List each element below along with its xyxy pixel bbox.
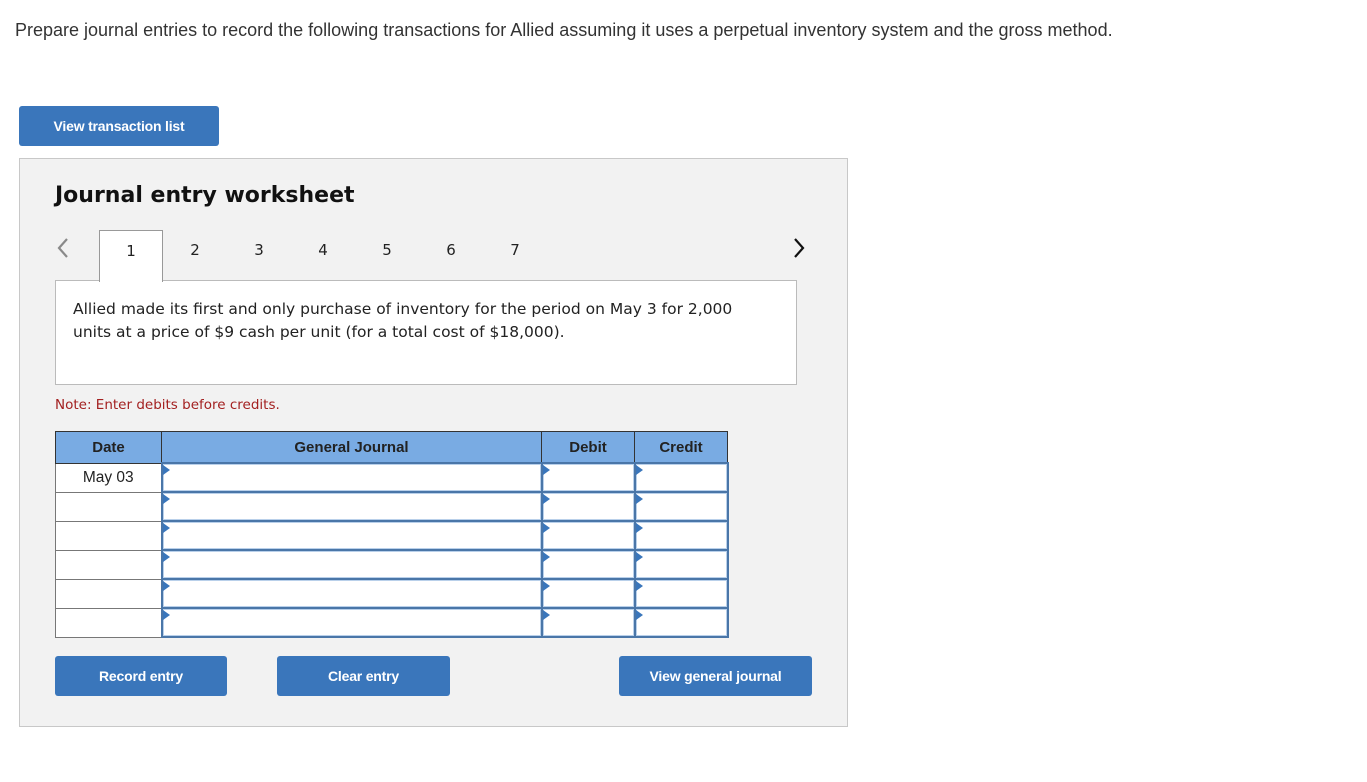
- header-date: Date: [55, 431, 162, 464]
- chevron-left-icon[interactable]: [56, 237, 70, 259]
- clear-entry-button[interactable]: Clear entry: [277, 656, 450, 696]
- tab-5[interactable]: 5: [355, 230, 419, 281]
- table-row: [55, 520, 729, 551]
- table-row: May 03: [55, 462, 729, 493]
- credit-cell: [633, 549, 729, 580]
- account-input[interactable]: [162, 609, 541, 636]
- debit-input[interactable]: [542, 464, 634, 491]
- account-cell: [160, 491, 543, 522]
- view-general-journal-button[interactable]: View general journal: [619, 656, 812, 696]
- credit-cell: [633, 607, 729, 638]
- table-header-row: Date General Journal Debit Credit: [55, 431, 728, 464]
- debit-cell: [540, 578, 636, 609]
- date-cell: May 03: [55, 462, 162, 493]
- credit-cell: [633, 520, 729, 551]
- account-input[interactable]: [162, 464, 541, 491]
- journal-entry-worksheet: Journal entry worksheet 1 2 3 4 5 6 7 Al…: [19, 158, 848, 727]
- debit-cell: [540, 607, 636, 638]
- credit-input[interactable]: [635, 580, 727, 607]
- date-cell: [55, 578, 162, 609]
- debit-cell: [540, 491, 636, 522]
- debit-input[interactable]: [542, 580, 634, 607]
- debit-cell: [540, 462, 636, 493]
- view-transaction-list-button[interactable]: View transaction list: [19, 106, 219, 146]
- date-cell: [55, 549, 162, 580]
- debit-input[interactable]: [542, 522, 634, 549]
- account-cell: [160, 462, 543, 493]
- credit-input[interactable]: [635, 609, 727, 636]
- debit-input[interactable]: [542, 493, 634, 520]
- credit-input[interactable]: [635, 464, 727, 491]
- tab-4[interactable]: 4: [291, 230, 355, 281]
- credit-input[interactable]: [635, 551, 727, 578]
- journal-table: Date General Journal Debit Credit May 03: [55, 431, 729, 638]
- tab-7[interactable]: 7: [483, 230, 547, 281]
- tab-3[interactable]: 3: [227, 230, 291, 281]
- account-input[interactable]: [162, 493, 541, 520]
- credit-cell: [633, 462, 729, 493]
- account-input[interactable]: [162, 580, 541, 607]
- debit-input[interactable]: [542, 551, 634, 578]
- table-row: [55, 578, 729, 609]
- account-cell: [160, 578, 543, 609]
- credit-input[interactable]: [635, 522, 727, 549]
- table-row: [55, 607, 729, 638]
- account-cell: [160, 607, 543, 638]
- table-row: [55, 491, 729, 522]
- header-debit: Debit: [541, 431, 635, 464]
- transaction-description: Allied made its first and only purchase …: [73, 300, 733, 341]
- account-input[interactable]: [162, 551, 541, 578]
- debit-input[interactable]: [542, 609, 634, 636]
- transaction-tabs: 1 2 3 4 5 6 7: [99, 230, 547, 282]
- transaction-description-box: Allied made its first and only purchase …: [55, 280, 797, 385]
- date-cell: [55, 607, 162, 638]
- account-cell: [160, 520, 543, 551]
- account-input[interactable]: [162, 522, 541, 549]
- credit-cell: [633, 578, 729, 609]
- header-general-journal: General Journal: [161, 431, 542, 464]
- table-row: [55, 549, 729, 580]
- tab-1[interactable]: 1: [99, 230, 163, 282]
- worksheet-title: Journal entry worksheet: [55, 183, 355, 208]
- date-cell: [55, 520, 162, 551]
- note-text: Note: Enter debits before credits.: [55, 397, 280, 413]
- debit-cell: [540, 520, 636, 551]
- date-cell: [55, 491, 162, 522]
- header-credit: Credit: [634, 431, 728, 464]
- record-entry-button[interactable]: Record entry: [55, 656, 227, 696]
- tab-6[interactable]: 6: [419, 230, 483, 281]
- credit-input[interactable]: [635, 493, 727, 520]
- instructions-text: Prepare journal entries to record the fo…: [15, 20, 1113, 40]
- account-cell: [160, 549, 543, 580]
- chevron-right-icon[interactable]: [792, 237, 806, 259]
- credit-cell: [633, 491, 729, 522]
- tab-2[interactable]: 2: [163, 230, 227, 281]
- debit-cell: [540, 549, 636, 580]
